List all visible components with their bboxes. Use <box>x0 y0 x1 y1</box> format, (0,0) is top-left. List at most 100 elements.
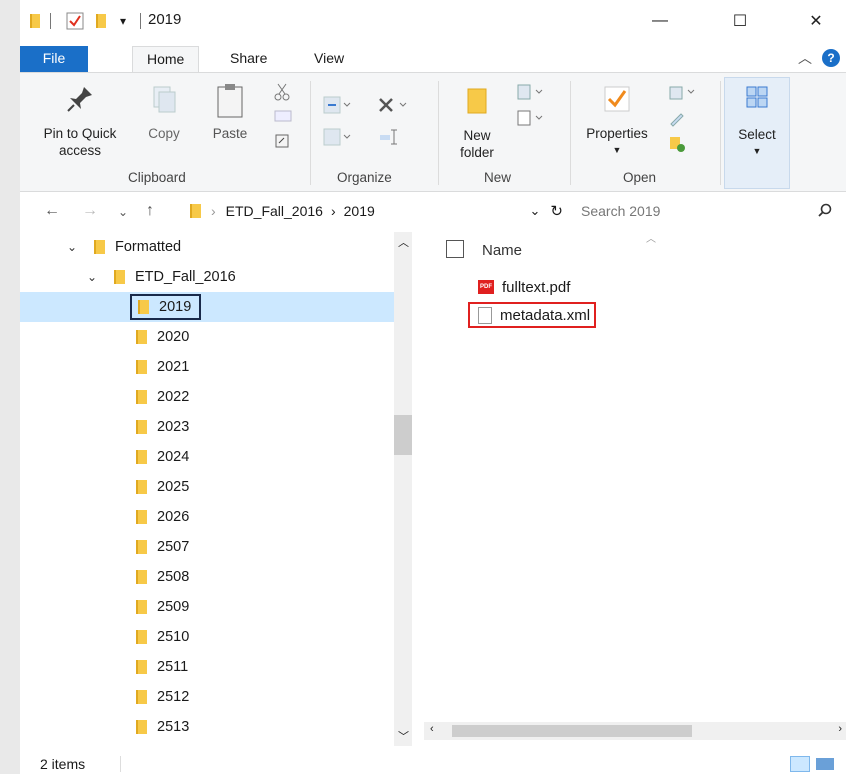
minimize-button[interactable]: — <box>640 6 680 36</box>
pin-label-line1: Pin to Quick <box>43 126 117 141</box>
back-arrow-icon[interactable]: ← <box>44 202 60 220</box>
pin-label-line2: access <box>58 143 102 158</box>
tree-item-label: 2512 <box>157 689 190 705</box>
tree-item-folder[interactable]: 2507 <box>20 532 412 562</box>
new-folder-quick-icon[interactable] <box>96 10 106 32</box>
tree-item-content: 2020 <box>130 324 197 350</box>
tree-item-folder[interactable]: 2511 <box>20 652 412 682</box>
breadcrumb-2019[interactable]: 2019 <box>344 203 375 219</box>
tree-item-folder[interactable]: 2512 <box>20 682 412 712</box>
title-separator <box>50 10 51 32</box>
scroll-down-icon[interactable]: ﹀ <box>398 728 409 744</box>
tree-item-etd-fall-2016[interactable]: ⌄ ETD_Fall_2016 <box>20 262 412 292</box>
open-icon[interactable] <box>668 83 700 104</box>
breadcrumb-etd-fall-2016[interactable]: ETD_Fall_2016 <box>226 203 323 219</box>
status-separator <box>120 756 121 772</box>
scrollbar-thumb[interactable] <box>394 415 412 455</box>
column-header-name[interactable]: Name <box>446 238 522 259</box>
scroll-left-icon[interactable]: ‹ <box>430 723 434 735</box>
tree-item-folder[interactable]: 2508 <box>20 562 412 592</box>
address-bar[interactable]: › ETD_Fall_2016 › 2019 ⌄ ↻ <box>190 199 563 223</box>
expand-chevron-icon[interactable]: ⌄ <box>64 240 80 254</box>
easy-access-icon[interactable] <box>516 109 548 130</box>
tree-item-folder[interactable]: 2019 <box>20 292 412 322</box>
address-dropdown-icon[interactable]: ⌄ <box>530 203 541 219</box>
details-view-icon[interactable] <box>790 756 810 772</box>
properties-dropdown-icon[interactable]: ▼ <box>576 142 658 159</box>
title-bar: ▾ 2019 — ☐ ✕ <box>20 0 846 40</box>
tree-item-folder[interactable]: 2026 <box>20 502 412 532</box>
tab-file[interactable]: File <box>20 46 88 72</box>
file-item-fulltext-pdf[interactable]: PDF fulltext.pdf <box>478 276 570 298</box>
item-count: 2 items <box>40 756 86 772</box>
paste-icon <box>217 84 243 118</box>
maximize-button[interactable]: ☐ <box>720 6 760 36</box>
tab-home[interactable]: Home <box>132 46 200 72</box>
tree-item-folder[interactable]: 2021 <box>20 352 412 382</box>
copy-button[interactable]: Copy <box>138 83 190 142</box>
tree-item-folder[interactable]: 2024 <box>20 442 412 472</box>
select-all-checkbox[interactable] <box>446 239 464 258</box>
tree-item-content: 2507 <box>130 534 197 560</box>
refresh-icon[interactable]: ↻ <box>550 202 563 220</box>
tree-item-folder[interactable]: 2025 <box>20 472 412 502</box>
properties-quick-icon[interactable] <box>66 10 84 32</box>
tree-item-formatted[interactable]: ⌄ Formatted <box>20 232 412 262</box>
properties-label: Properties <box>586 126 648 141</box>
tree-item-folder[interactable]: 2509 <box>20 592 412 622</box>
search-icon[interactable] <box>818 203 832 220</box>
help-icon[interactable]: ? <box>822 49 840 67</box>
customize-quick-access-icon[interactable]: ▾ <box>120 10 126 32</box>
file-list-scrollbar[interactable]: ‹ › <box>424 722 846 740</box>
tab-view[interactable]: View <box>300 46 358 72</box>
ribbon-tabs: File Home Share View ︿ ? <box>20 46 846 72</box>
rename-icon[interactable] <box>376 127 406 150</box>
copy-path-icon[interactable] <box>274 109 292 126</box>
paste-shortcut-icon[interactable] <box>274 133 290 152</box>
tree-item-folder[interactable]: 2513 <box>20 712 412 742</box>
search-box[interactable]: Search 2019 <box>571 199 836 223</box>
collapse-ribbon-icon[interactable]: ︿ <box>798 48 812 68</box>
edit-icon[interactable] <box>668 109 686 130</box>
folder-icon <box>136 480 147 494</box>
column-name-label: Name <box>482 242 523 259</box>
pin-to-quick-access-button[interactable]: Pin to Quick access <box>28 83 132 159</box>
move-to-icon[interactable] <box>322 95 352 118</box>
navigation-scrollbar[interactable]: ︿ ﹀ <box>394 232 412 746</box>
tree-item-folder[interactable]: 2022 <box>20 382 412 412</box>
tree-item-label: Formatted <box>115 239 182 255</box>
sort-ascending-icon: ︿ <box>646 234 656 245</box>
scroll-right-icon[interactable]: › <box>838 723 842 735</box>
properties-button[interactable]: Properties ▼ <box>576 83 658 159</box>
breadcrumb-separator-icon: › <box>330 203 336 219</box>
history-icon[interactable] <box>668 135 686 156</box>
expand-chevron-icon[interactable]: ⌄ <box>84 270 100 284</box>
search-input[interactable]: Search 2019 <box>581 203 660 219</box>
tree-item-label: 2024 <box>157 449 190 465</box>
scrollbar-thumb[interactable] <box>452 725 692 737</box>
file-item-metadata-xml[interactable]: metadata.xml <box>468 302 597 328</box>
new-folder-label-line2: folder <box>460 145 494 160</box>
tree-item-folder[interactable]: 2023 <box>20 412 412 442</box>
close-button[interactable]: ✕ <box>796 6 836 36</box>
cut-icon[interactable] <box>274 83 290 104</box>
forward-arrow-icon[interactable]: → <box>82 202 98 220</box>
scroll-up-icon[interactable]: ︿ <box>398 234 409 250</box>
new-folder-button[interactable]: New folder <box>450 83 504 161</box>
tree-item-label: 2022 <box>157 389 190 405</box>
recent-locations-chevron-icon[interactable]: ⌄ <box>118 205 128 219</box>
up-arrow-icon[interactable]: ↑ <box>146 202 154 220</box>
tree-item-content: 2511 <box>130 654 196 680</box>
tree-item-folder[interactable]: 2020 <box>20 322 412 352</box>
select-dropdown-icon[interactable]: ▼ <box>725 143 789 160</box>
copy-to-icon[interactable] <box>322 127 352 150</box>
paste-button[interactable]: Paste <box>204 83 256 142</box>
tree-item-label: 2511 <box>157 659 189 675</box>
new-item-icon[interactable] <box>516 83 548 104</box>
large-icons-view-icon[interactable] <box>816 758 834 770</box>
status-bar: 2 items <box>20 748 846 774</box>
delete-icon[interactable] <box>376 95 410 118</box>
tab-share[interactable]: Share <box>216 46 281 72</box>
tree-item-folder[interactable]: 2510 <box>20 622 412 652</box>
select-button[interactable]: Select ▼ <box>724 77 790 189</box>
